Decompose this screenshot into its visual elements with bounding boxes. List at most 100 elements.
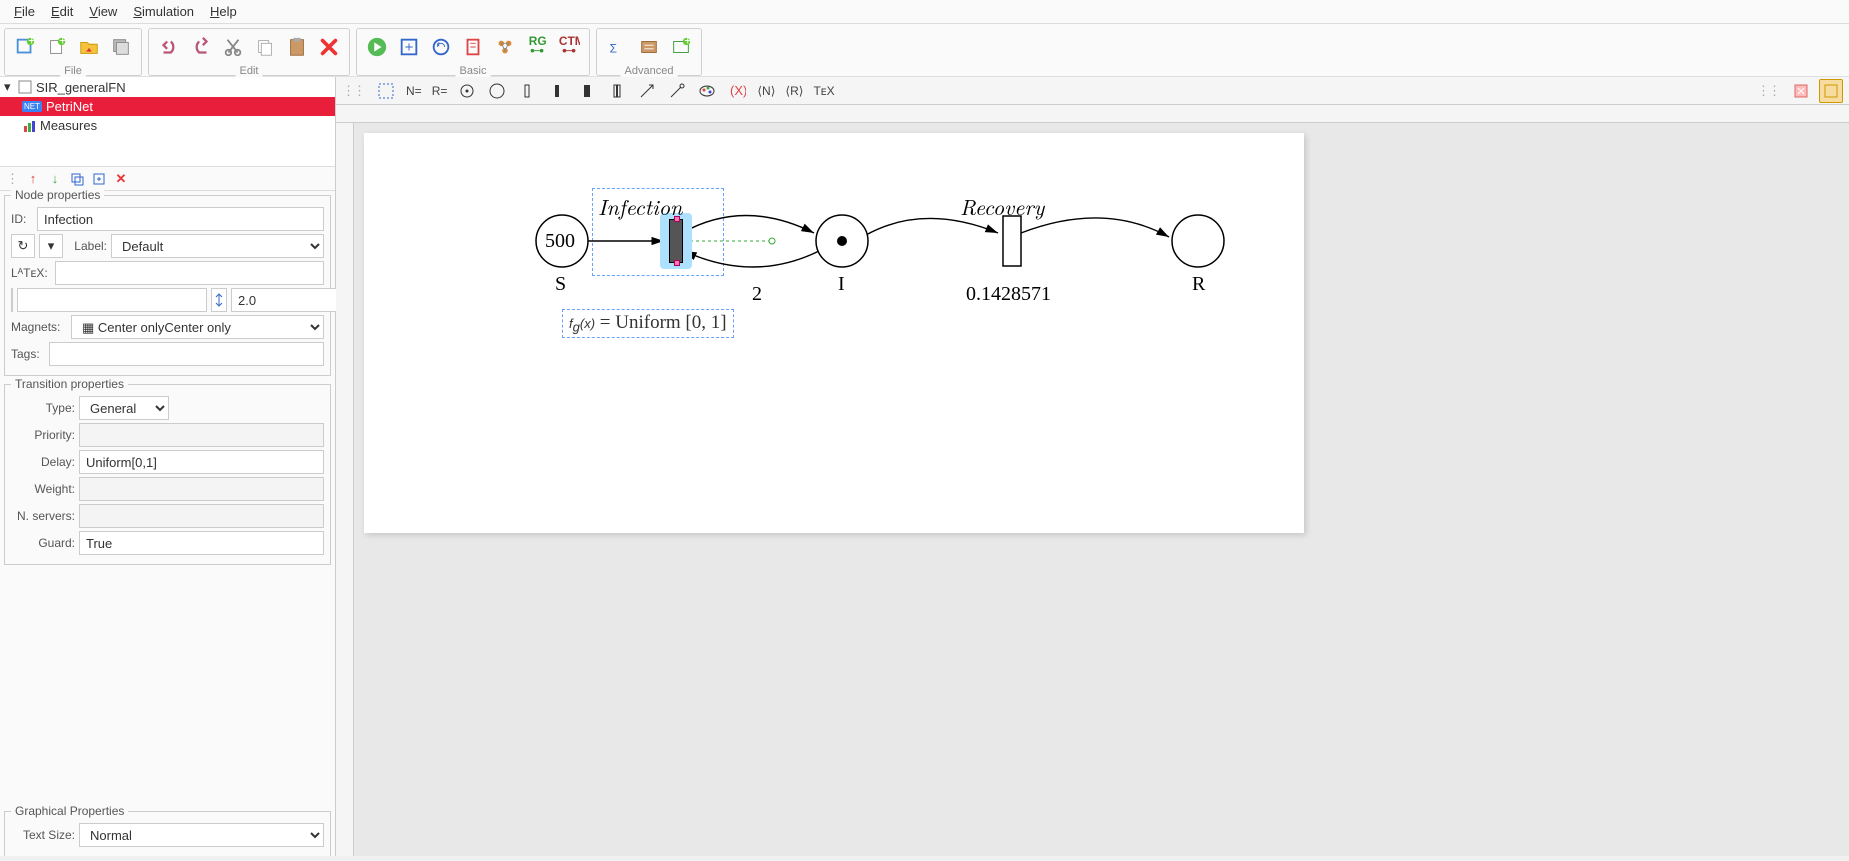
svg-text:(X): (X) — [730, 83, 746, 98]
tex-tool[interactable]: TᴇX — [811, 84, 836, 98]
left-panel: ▾ SIR_generalFN NET PetriNet Measures ⋮ … — [0, 77, 336, 856]
nconst-tool[interactable]: N= — [404, 84, 424, 98]
canvas-toolbar: ⋮⋮ N= R= (X) ⟨N⟩ ⟨R⟩ TᴇX ⋮⋮ — [336, 77, 1849, 105]
place-r-label: R — [1192, 273, 1205, 296]
tags-input[interactable] — [49, 342, 324, 366]
label-select[interactable]: Default — [111, 234, 324, 258]
paste-button[interactable] — [283, 33, 311, 61]
tree-item-petrinet[interactable]: NET PetriNet — [0, 97, 335, 116]
tool-b2[interactable] — [427, 33, 455, 61]
rbrack-tool[interactable]: ⟨R⟩ — [783, 84, 805, 98]
place-s-tokens: 500 — [545, 230, 575, 253]
guard-label: Guard: — [11, 536, 75, 550]
page: 500 S Infection I — [364, 133, 1304, 533]
textsize-label: Text Size: — [11, 828, 75, 842]
trans-det-tool[interactable] — [575, 79, 599, 103]
menubar: FFileile Edit View Simulation Help — [0, 0, 1849, 24]
nservers-input — [79, 504, 324, 528]
menu-edit[interactable]: Edit — [43, 2, 81, 21]
tree-item-petrinet-label: PetriNet — [46, 99, 93, 114]
tool-b1[interactable] — [395, 33, 423, 61]
delete-button[interactable] — [315, 33, 343, 61]
grip-icon: ⋮⋮ — [342, 83, 368, 99]
arc-multiplicity: 2 — [752, 283, 762, 306]
save-all-button[interactable] — [107, 33, 135, 61]
width-input[interactable] — [17, 288, 207, 312]
moveup-button[interactable]: ↑ — [25, 171, 41, 187]
tool-adv2[interactable] — [635, 33, 663, 61]
magnets-select[interactable]: ▦ Center onlyCenter only — [71, 315, 324, 339]
toolbar-group-basic-label: Basic — [456, 65, 491, 77]
place-empty-tool[interactable] — [485, 79, 509, 103]
toolbar-group-edit-label: Edit — [236, 65, 263, 77]
color-button[interactable] — [11, 288, 13, 312]
node-properties-panel: Node properties ID: ↻ ▾ Label: Default L… — [4, 195, 331, 376]
highlight-button[interactable] — [1819, 79, 1843, 103]
priority-input — [79, 423, 324, 447]
new-project-button[interactable]: + — [11, 33, 39, 61]
label-label: Label: — [67, 239, 107, 253]
graphical-properties-panel: Graphical Properties Text Size: Normal — [4, 811, 331, 856]
copy-button[interactable] — [251, 33, 279, 61]
place-i-label: I — [838, 273, 845, 296]
delay-input[interactable] — [79, 450, 324, 474]
id-input[interactable] — [37, 207, 324, 231]
delay-formula[interactable]: fg(x) = Uniform [0, 1] — [562, 309, 734, 338]
redo-button[interactable] — [187, 33, 215, 61]
type-select[interactable]: General — [79, 396, 169, 420]
tool-adv3[interactable]: + — [667, 33, 695, 61]
project-tree[interactable]: ▾ SIR_generalFN NET PetriNet Measures — [0, 77, 335, 167]
menu-simulation[interactable]: Simulation — [125, 2, 202, 21]
rconst-tool[interactable]: R= — [430, 84, 450, 98]
place-tool[interactable] — [455, 79, 479, 103]
latex-input[interactable] — [55, 261, 324, 285]
graphical-properties-label: Graphical Properties — [11, 804, 128, 818]
nbrack-tool[interactable]: ⟨N⟩ — [755, 84, 777, 98]
weight-input — [79, 477, 324, 501]
movedown-button[interactable]: ↓ — [47, 171, 63, 187]
color-tool[interactable] — [695, 79, 719, 103]
arc-tool[interactable] — [635, 79, 659, 103]
trans-imm-tool[interactable] — [515, 79, 539, 103]
clone-button[interactable] — [69, 171, 85, 187]
tool-b4[interactable] — [491, 33, 519, 61]
trans-timed-tool[interactable] — [545, 79, 569, 103]
menu-view[interactable]: View — [81, 2, 125, 21]
new-net-button[interactable]: + — [43, 33, 71, 61]
menu-help[interactable]: Help — [202, 2, 245, 21]
horizontal-ruler — [336, 105, 1849, 123]
cut-button[interactable] — [219, 33, 247, 61]
tags-label: Tags: — [11, 347, 45, 361]
toolbar-group-file-label: File — [60, 65, 86, 77]
tool-b3[interactable] — [459, 33, 487, 61]
place-r[interactable] — [1170, 213, 1226, 269]
tree-expand-icon[interactable]: ▾ — [4, 79, 14, 95]
tree-root[interactable]: ▾ SIR_generalFN — [0, 77, 335, 97]
place-i[interactable] — [814, 213, 870, 269]
tree-item-measures-label: Measures — [40, 118, 97, 133]
expand-button[interactable] — [91, 171, 107, 187]
priority-label: Priority: — [11, 428, 75, 442]
trans-gen-tool[interactable] — [605, 79, 629, 103]
canvas[interactable]: 500 S Infection I — [354, 123, 1849, 856]
recovery-label: Recovery — [960, 191, 1044, 222]
tool-rg[interactable]: RG — [523, 33, 551, 61]
menu-file[interactable]: FFileile — [6, 2, 43, 21]
clear-decor-button[interactable] — [1789, 79, 1813, 103]
undo-button[interactable] — [155, 33, 183, 61]
inhib-arc-tool[interactable] — [665, 79, 689, 103]
tool-ctmc[interactable]: CTMC — [555, 33, 583, 61]
tool-sigma[interactable]: Σ — [603, 33, 631, 61]
canvas-panel: ⋮⋮ N= R= (X) ⟨N⟩ ⟨R⟩ TᴇX ⋮⋮ — [336, 77, 1849, 856]
tree-item-measures[interactable]: Measures — [0, 116, 335, 135]
select-tool[interactable] — [374, 79, 398, 103]
guard-input[interactable] — [79, 531, 324, 555]
open-button[interactable] — [75, 33, 103, 61]
xvar-tool[interactable]: (X) — [725, 79, 749, 103]
textsize-select[interactable]: Normal — [79, 823, 324, 847]
rotate-button[interactable]: ↻ — [11, 234, 35, 258]
rotate-menu-button[interactable]: ▾ — [39, 234, 63, 258]
delete-tree-button[interactable]: ✕ — [113, 171, 129, 187]
play-button[interactable] — [363, 33, 391, 61]
height-icon-button[interactable] — [211, 288, 227, 312]
